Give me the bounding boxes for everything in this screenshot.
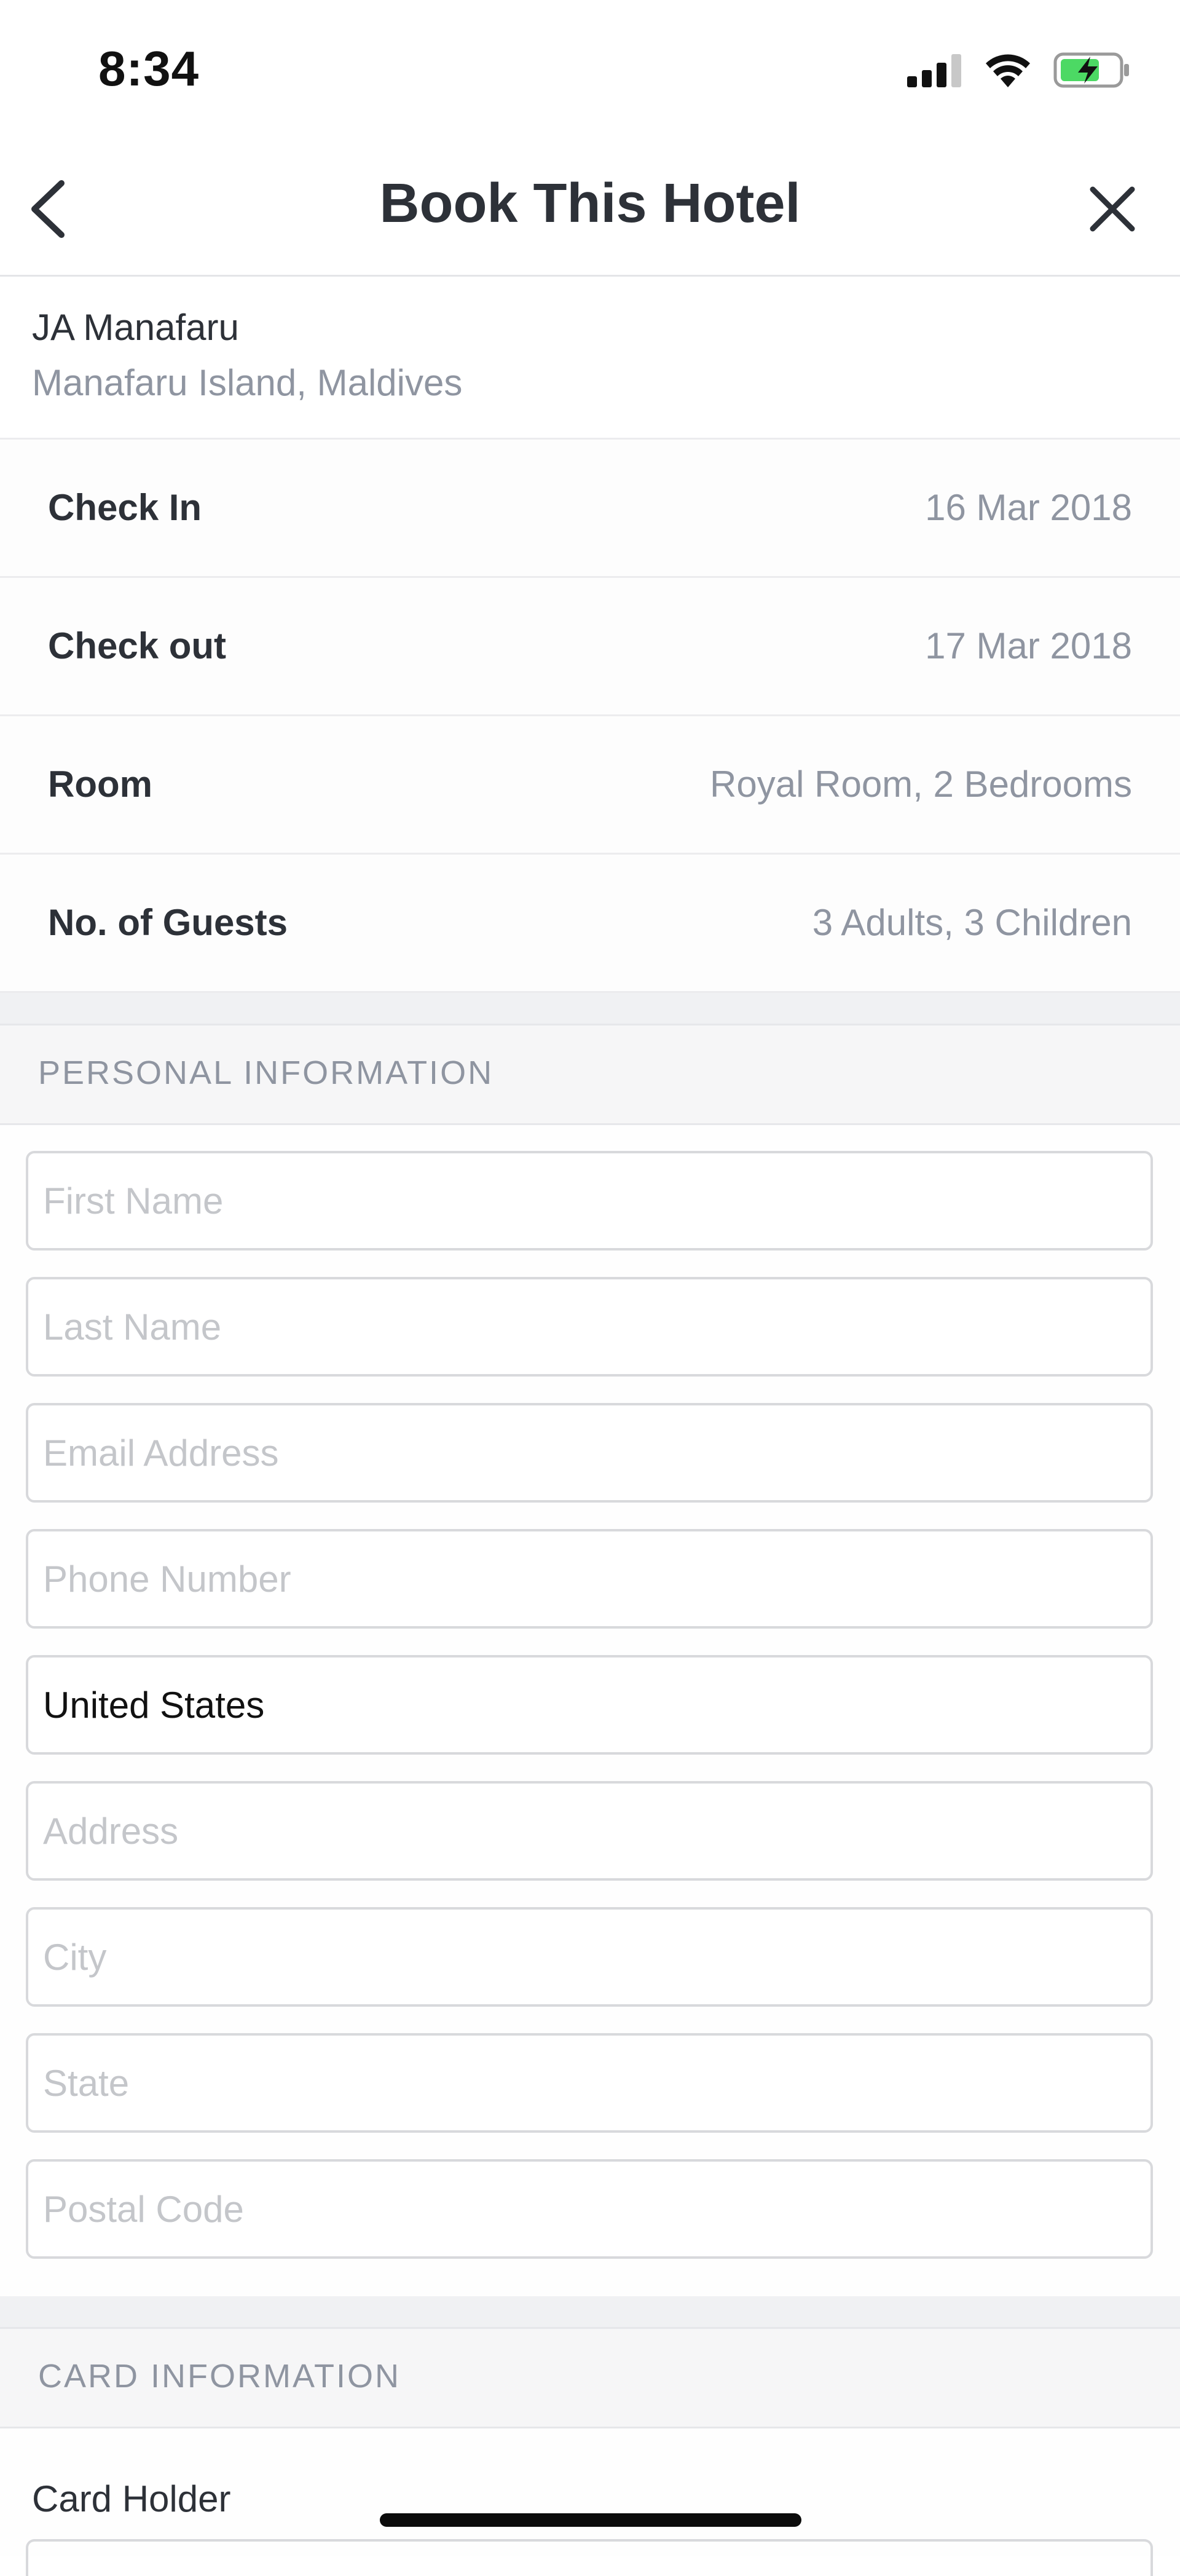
postal-code-field[interactable] bbox=[26, 2159, 1153, 2259]
status-icons bbox=[907, 52, 1131, 89]
state-field[interactable] bbox=[26, 2033, 1153, 2133]
check-in-label: Check In bbox=[48, 487, 202, 528]
home-indicator[interactable] bbox=[380, 2513, 801, 2527]
phone-field[interactable] bbox=[26, 1529, 1153, 1629]
city-input[interactable] bbox=[28, 1910, 1150, 2004]
last-name-input[interactable] bbox=[28, 1279, 1150, 1374]
phone-input[interactable] bbox=[28, 1531, 1150, 1626]
wifi-icon bbox=[986, 54, 1030, 87]
hotel-location: Manafaru Island, Maldives bbox=[32, 362, 463, 403]
guests-label: No. of Guests bbox=[48, 902, 288, 943]
last-name-field[interactable] bbox=[26, 1277, 1153, 1377]
state-input[interactable] bbox=[28, 2036, 1150, 2130]
country-input[interactable] bbox=[28, 1657, 1150, 1752]
guests-value: 3 Adults, 3 Children bbox=[812, 902, 1132, 943]
postal-code-input[interactable] bbox=[28, 2162, 1150, 2256]
address-field[interactable] bbox=[26, 1781, 1153, 1881]
card-holder-label: Card Holder bbox=[32, 2478, 231, 2519]
personal-info-title: PERSONAL INFORMATION bbox=[38, 1054, 494, 1091]
nav-bar: Book This Hotel bbox=[0, 141, 1180, 277]
guests-row[interactable]: No. of Guests 3 Adults, 3 Children bbox=[0, 855, 1180, 993]
card-holder-field[interactable] bbox=[26, 2539, 1153, 2576]
check-out-row[interactable]: Check out 17 Mar 2018 bbox=[0, 578, 1180, 716]
card-info-header: CARD INFORMATION bbox=[0, 2327, 1180, 2428]
hotel-summary: JA Manafaru Manafaru Island, Maldives bbox=[0, 277, 1180, 440]
address-input[interactable] bbox=[28, 1784, 1150, 1878]
email-field[interactable] bbox=[26, 1403, 1153, 1503]
check-out-value: 17 Mar 2018 bbox=[925, 625, 1132, 666]
section-divider bbox=[0, 993, 1180, 1025]
first-name-input[interactable] bbox=[28, 1153, 1150, 1248]
cellular-signal-icon bbox=[907, 54, 961, 87]
status-bar: 8:34 bbox=[0, 0, 1180, 141]
card-info-title: CARD INFORMATION bbox=[38, 2358, 401, 2395]
hotel-name: JA Manafaru bbox=[32, 307, 239, 348]
personal-info-form bbox=[0, 1125, 1180, 2296]
close-icon bbox=[1090, 186, 1135, 232]
check-in-row[interactable]: Check In 16 Mar 2018 bbox=[0, 440, 1180, 578]
first-name-field[interactable] bbox=[26, 1151, 1153, 1250]
check-out-label: Check out bbox=[48, 625, 227, 666]
email-input[interactable] bbox=[28, 1405, 1150, 1500]
country-field[interactable] bbox=[26, 1655, 1153, 1755]
room-row[interactable]: Room Royal Room, 2 Bedrooms bbox=[0, 716, 1180, 855]
check-in-value: 16 Mar 2018 bbox=[925, 487, 1132, 528]
status-time: 8:34 bbox=[98, 41, 200, 96]
section-divider bbox=[0, 2296, 1180, 2328]
city-field[interactable] bbox=[26, 1907, 1153, 2007]
close-button[interactable] bbox=[1082, 178, 1143, 240]
battery-charging-icon bbox=[1053, 52, 1129, 88]
room-value: Royal Room, 2 Bedrooms bbox=[710, 764, 1132, 805]
page-title: Book This Hotel bbox=[379, 173, 801, 234]
room-label: Room bbox=[48, 764, 152, 805]
personal-info-header: PERSONAL INFORMATION bbox=[0, 1024, 1180, 1125]
